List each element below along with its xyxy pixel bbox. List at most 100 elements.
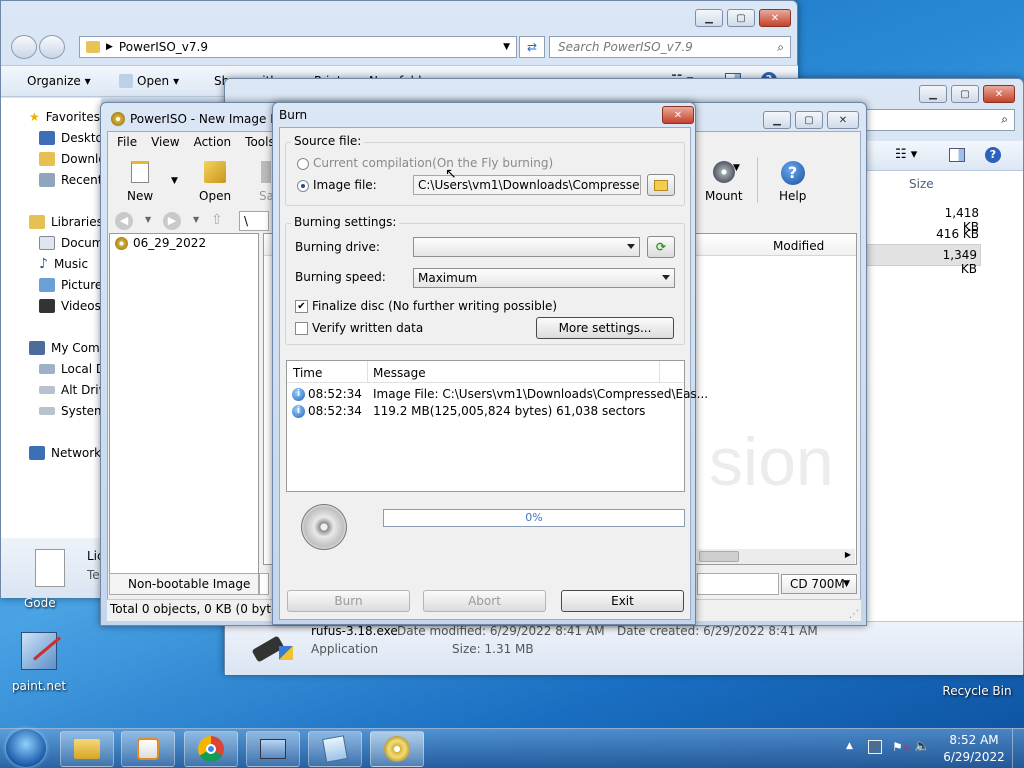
open-button[interactable]: Open: [199, 161, 231, 203]
open-button[interactable]: Open ▾: [119, 74, 179, 88]
close-button[interactable]: ✕: [827, 111, 859, 129]
new-button[interactable]: New: [127, 161, 153, 203]
exit-button[interactable]: Exit: [561, 590, 684, 612]
taskbar-remote-desktop[interactable]: [246, 731, 300, 767]
log-header-message[interactable]: Message: [373, 366, 426, 380]
videos-icon: [39, 299, 55, 313]
menu-view[interactable]: View: [151, 135, 179, 149]
forward-icon[interactable]: ▶: [163, 212, 181, 230]
detail-size: Size: 1.31 MB: [452, 642, 534, 656]
network-icon: [29, 446, 45, 460]
progress-text: 0%: [525, 511, 543, 524]
current-compilation-radio[interactable]: Current compilation(On the Fly burning): [297, 156, 553, 170]
refresh-drives-button[interactable]: ⟳: [647, 236, 675, 258]
save-icon: [261, 161, 272, 183]
resize-grip-icon[interactable]: ⋰: [849, 609, 859, 620]
address-bar[interactable]: ▶ PowerISO_v7.9 ▼: [79, 36, 517, 58]
desktop-icon: [39, 131, 55, 145]
nav-libraries[interactable]: Libraries: [29, 212, 103, 232]
chevron-down-icon[interactable]: ▼: [503, 42, 510, 52]
back-dropdown-icon[interactable]: ▼: [145, 215, 151, 224]
search-icon: ⌕: [1001, 112, 1008, 126]
path-field[interactable]: \: [239, 211, 269, 231]
scroll-right-icon[interactable]: ▶: [845, 550, 851, 559]
tree-item[interactable]: 06_29_2022: [115, 236, 206, 250]
mount-drive-icon: [712, 161, 735, 183]
detail-date-created: Date created: 6/29/2022 8:41 AM: [617, 624, 818, 638]
minimize-button[interactable]: ▁: [695, 9, 723, 27]
detail-file-name: rufus-3.18.exe: [311, 624, 398, 638]
nav-my-computer[interactable]: My Comp: [29, 338, 107, 358]
tray-expand-icon[interactable]: ▲: [846, 741, 853, 751]
column-header-modified[interactable]: Modified: [773, 239, 824, 253]
verify-checkbox[interactable]: Verify written data: [295, 321, 423, 335]
nav-downloads[interactable]: Downlo: [39, 149, 106, 169]
help-icon[interactable]: ?: [985, 147, 1001, 163]
horizontal-scrollbar[interactable]: ▶: [697, 549, 855, 564]
windows-drive-icon: [39, 364, 55, 374]
tray-volume-icon[interactable]: 🔈: [914, 739, 930, 754]
menu-action[interactable]: Action: [194, 135, 232, 149]
taskbar-notepad[interactable]: [308, 731, 362, 767]
taskbar-explorer[interactable]: [60, 731, 114, 767]
refresh-button[interactable]: ⇄: [519, 36, 545, 58]
log-row[interactable]: i 08:52:34: [292, 387, 362, 401]
mount-dropdown-icon[interactable]: ▼: [733, 163, 740, 173]
log-header-time[interactable]: Time: [293, 366, 322, 380]
back-icon[interactable]: ◀: [115, 212, 133, 230]
taskbar-poweriso[interactable]: [370, 731, 424, 767]
search-input[interactable]: Search PowerISO_v7.9 ⌕: [549, 36, 791, 58]
start-button[interactable]: [6, 729, 46, 767]
tray-flag-icon[interactable]: ⚑✕: [892, 740, 910, 754]
forward-dropdown-icon[interactable]: ▼: [193, 215, 199, 224]
minimize-button[interactable]: ▁: [919, 85, 947, 103]
up-icon[interactable]: ⇧: [211, 212, 223, 228]
column-header-size[interactable]: Size: [909, 177, 934, 191]
finalize-checkbox[interactable]: ✔ Finalize disc (No further writing possi…: [295, 299, 557, 313]
clock-time[interactable]: 8:52 AM: [946, 733, 1002, 747]
burning-speed-select[interactable]: Maximum: [413, 268, 675, 288]
views-icon[interactable]: ☷ ▾: [895, 147, 917, 162]
new-dropdown-icon[interactable]: ▼: [171, 176, 178, 186]
recycle-bin-shortcut[interactable]: Recycle Bin: [940, 684, 1014, 698]
abort-button[interactable]: Abort: [423, 590, 546, 612]
log-row[interactable]: i 08:52:34: [292, 404, 362, 418]
nav-pictures[interactable]: Pictures: [39, 275, 109, 295]
close-button[interactable]: ✕: [983, 85, 1015, 103]
close-button[interactable]: ✕: [759, 9, 791, 27]
preview-pane-icon[interactable]: [949, 148, 965, 162]
show-desktop-button[interactable]: [1012, 729, 1024, 768]
nav-local-disk[interactable]: Local Di: [39, 359, 109, 379]
burn-button[interactable]: Burn: [287, 590, 410, 612]
forward-button[interactable]: [39, 35, 65, 59]
maximize-button[interactable]: ▢: [951, 85, 979, 103]
maximize-button[interactable]: ▢: [795, 111, 823, 129]
nav-videos[interactable]: Videos: [39, 296, 101, 316]
search-input[interactable]: ⌕: [865, 109, 1015, 131]
menu-tools[interactable]: Tools: [245, 135, 275, 149]
nav-favorites[interactable]: ★ Favorites: [29, 107, 100, 127]
nav-music[interactable]: ♪ Music: [39, 254, 88, 274]
paint-net-shortcut[interactable]: paint.net: [12, 632, 66, 693]
disc-type-dropdown[interactable]: CD 700M ▼: [781, 574, 857, 594]
burning-drive-select[interactable]: [413, 237, 640, 257]
taskbar-chrome[interactable]: [184, 731, 238, 767]
maximize-button[interactable]: ▢: [727, 9, 755, 27]
open-folder-icon: [654, 179, 668, 191]
back-button[interactable]: [11, 35, 37, 59]
organize-button[interactable]: Organize ▾: [27, 74, 91, 88]
minimize-button[interactable]: ▁: [763, 111, 791, 129]
clock-date[interactable]: 6/29/2022: [940, 750, 1008, 764]
more-settings-button[interactable]: More settings...: [536, 317, 674, 339]
image-file-radio[interactable]: Image file:: [297, 178, 377, 192]
recycle-bin-label: Recycle Bin: [942, 684, 1012, 698]
browse-button[interactable]: [647, 174, 675, 196]
nav-system[interactable]: System: [39, 401, 106, 421]
scrollbar-thumb[interactable]: [699, 551, 739, 562]
help-button[interactable]: ? Help: [779, 161, 806, 203]
nav-network[interactable]: Network: [29, 443, 101, 463]
close-button[interactable]: ✕: [662, 106, 694, 124]
taskbar-media-player[interactable]: [121, 731, 175, 767]
tray-network-icon[interactable]: [868, 740, 882, 754]
menu-file[interactable]: File: [117, 135, 137, 149]
